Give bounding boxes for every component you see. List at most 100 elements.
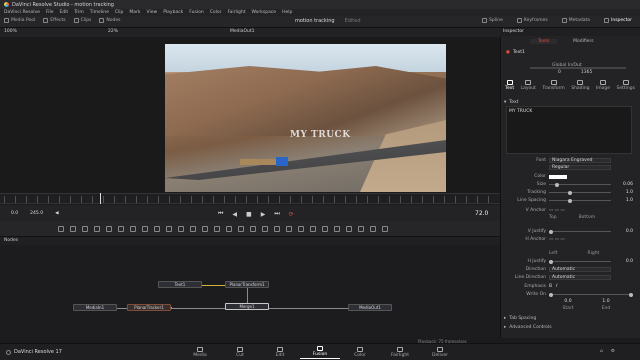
loader-icon[interactable] [346, 226, 352, 232]
tracking-value[interactable]: 1.0 [615, 190, 633, 195]
merge-3d-icon[interactable] [262, 226, 268, 232]
render-start[interactable]: 0.0 [11, 211, 18, 216]
menu-fairlight[interactable]: Fairlight [227, 10, 245, 15]
viewer-fit[interactable]: 22% [108, 29, 118, 34]
home-icon[interactable]: ⌂ [600, 349, 603, 354]
tab-spacing-section[interactable]: ▸ Tab Spacing [504, 316, 636, 321]
subtab-image[interactable]: Image [596, 80, 610, 91]
style-dropdown[interactable]: Regular [549, 165, 611, 170]
play-reverse-icon[interactable]: ◀ [232, 211, 237, 218]
size-value[interactable]: 0.06 [615, 182, 633, 187]
tab-tools[interactable]: Tools [530, 39, 558, 44]
global-in-out-slider[interactable] [530, 67, 626, 69]
write-on-end[interactable]: 1.0 [587, 299, 625, 304]
advanced-controls-section[interactable]: ▸ Advanced Controls [504, 325, 636, 330]
page-fusion[interactable]: Fusion [300, 344, 340, 359]
pipe-router-icon[interactable] [370, 226, 376, 232]
nodes-button[interactable]: Nodes [99, 18, 121, 23]
planar-tracker-icon[interactable] [226, 226, 232, 232]
v-justify-slider[interactable] [549, 229, 611, 234]
size-slider[interactable] [549, 182, 611, 187]
playhead[interactable] [100, 193, 101, 204]
v-anchor-buttons[interactable]: ▭ ▭ ▭ [549, 208, 565, 213]
page-cut[interactable]: Cut [220, 344, 260, 359]
direction-dropdown[interactable]: Automatic [549, 267, 611, 272]
page-edit[interactable]: Edit [260, 344, 300, 359]
blur-tool-icon[interactable] [118, 226, 124, 232]
render-end[interactable]: 245.0 [30, 211, 43, 216]
node-planar-transform[interactable]: PlanarTransform1 [225, 281, 269, 288]
menu-clip[interactable]: Clip [115, 10, 124, 15]
mask-ellipse-icon[interactable] [166, 226, 172, 232]
stop-icon[interactable]: ■ [246, 211, 252, 218]
matte-control-icon[interactable] [334, 226, 340, 232]
subtab-settings[interactable]: Settings [617, 80, 635, 91]
delta-keyer-icon[interactable] [382, 226, 388, 232]
text-tool-icon[interactable] [82, 226, 88, 232]
global-out[interactable]: 1365 [581, 70, 592, 75]
subtab-text[interactable]: Text [505, 80, 514, 91]
subtab-shading[interactable]: Shading [571, 80, 590, 91]
merge-tool-icon[interactable] [94, 226, 100, 232]
write-on-slider[interactable] [549, 292, 633, 297]
shape-3d-icon[interactable] [250, 226, 256, 232]
audio-icon[interactable]: ◀ [55, 211, 58, 216]
text-section-header[interactable]: ▾ Text [504, 99, 636, 105]
global-in[interactable]: 0 [558, 70, 561, 75]
saver-icon[interactable] [358, 226, 364, 232]
menu-timeline[interactable]: Timeline [90, 10, 109, 15]
v-justify-value[interactable]: 0.0 [615, 229, 633, 234]
h-justify-slider[interactable] [549, 259, 611, 264]
line-direction-dropdown[interactable]: Automatic [549, 275, 611, 280]
text-overlay[interactable]: MY TRUCK [290, 130, 351, 140]
keyframes-button[interactable]: Keyframes [516, 18, 548, 23]
write-on-start[interactable]: 0.0 [549, 299, 587, 304]
menu-mark[interactable]: Mark [129, 10, 140, 15]
mask-bspline-icon[interactable] [190, 226, 196, 232]
go-to-end-icon[interactable]: ⏭ [274, 210, 279, 218]
tracker-icon[interactable] [214, 226, 220, 232]
node-text1[interactable]: Text1 [158, 281, 202, 288]
go-to-start-icon[interactable]: ⏮ [218, 210, 223, 218]
transform-tool-icon[interactable] [106, 226, 112, 232]
color-swatch[interactable] [549, 174, 567, 179]
h-anchor-buttons[interactable]: ▭ ▭ ▭ [549, 237, 565, 242]
line-spacing-value[interactable]: 1.0 [615, 198, 633, 203]
tab-modifiers[interactable]: Modifiers [573, 39, 594, 44]
renderer-3d-icon[interactable] [274, 226, 280, 232]
page-fairlight[interactable]: Fairlight [380, 344, 420, 359]
menu-edit[interactable]: Edit [59, 10, 68, 15]
menu-playback[interactable]: Playback [163, 10, 183, 15]
brightness-contrast-icon[interactable] [142, 226, 148, 232]
particles-icon[interactable] [202, 226, 208, 232]
menu-davinci[interactable]: DaVinci Resolve [4, 10, 40, 15]
menu-color[interactable]: Color [210, 10, 222, 15]
subtab-transform[interactable]: Transform [542, 80, 565, 91]
tracking-slider[interactable] [549, 190, 611, 195]
styled-text-input[interactable]: MY TRUCK [506, 106, 632, 154]
menu-workspace[interactable]: Workspace [251, 10, 276, 15]
current-frame[interactable]: 72.0 [475, 210, 488, 217]
node-media-in[interactable]: MediaIn1 [73, 304, 117, 311]
fast-noise-icon[interactable] [298, 226, 304, 232]
inspector-button[interactable]: Inspector [604, 18, 632, 23]
media-pool-button[interactable]: Media Pool [4, 18, 35, 23]
menu-help[interactable]: Help [282, 10, 292, 15]
menu-fusion[interactable]: Fusion [189, 10, 203, 15]
menu-view[interactable]: View [147, 10, 158, 15]
play-icon[interactable]: ▶ [261, 211, 266, 218]
keyer-icon[interactable] [322, 226, 328, 232]
page-color[interactable]: Color [340, 344, 380, 359]
page-deliver[interactable]: Deliver [420, 344, 460, 359]
effects-button[interactable]: Effects [43, 18, 66, 23]
subtab-layout[interactable]: Layout [521, 80, 536, 91]
paint-tool-icon[interactable] [70, 226, 76, 232]
h-justify-value[interactable]: 0.0 [615, 259, 633, 264]
mask-polygon-icon[interactable] [178, 226, 184, 232]
settings-icon[interactable]: ⚙ [611, 349, 615, 354]
node-enable-icon[interactable]: ● [506, 50, 510, 55]
font-dropdown[interactable]: Niagara Engraved [549, 158, 611, 163]
glow-icon[interactable] [310, 226, 316, 232]
menu-trim[interactable]: Trim [74, 10, 84, 15]
node-media-out[interactable]: MediaOut1 [348, 304, 392, 311]
